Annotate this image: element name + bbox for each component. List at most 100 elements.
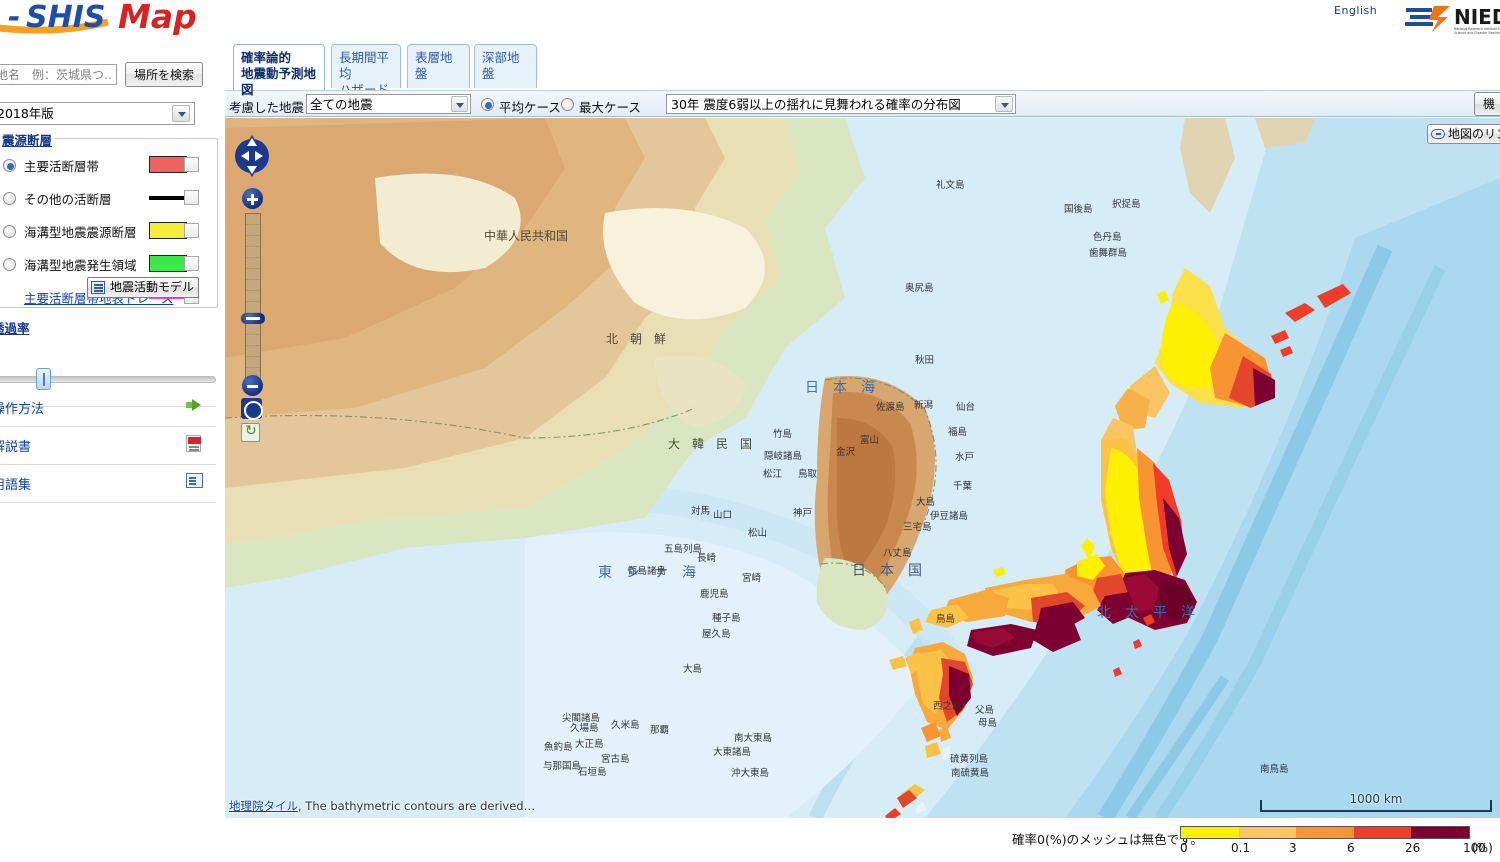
city-label-21: 神戸 (793, 507, 812, 519)
english-language-link[interactable]: English (1334, 4, 1377, 17)
city-label-23: 伊豆諸島 (930, 510, 968, 522)
pan-arrows-icon[interactable] (232, 130, 272, 182)
city-label-11: 竹島 (773, 428, 792, 440)
zoom-slider-handle[interactable] (241, 313, 265, 324)
city-label-28: 長崎 (697, 552, 717, 564)
search-button[interactable]: 場所を検索 (125, 62, 203, 87)
city-label-48: 西之島 (933, 700, 962, 712)
link-row-glossary[interactable]: 用語集 (0, 464, 225, 504)
map-type-select[interactable]: 30年 震度6弱以上の揺れに見舞われる確率の分布図 (666, 94, 1016, 114)
fault-radio-2[interactable] (3, 225, 16, 238)
fault-swatch-0 (149, 156, 187, 173)
tab-long-term-average-hazard[interactable]: 長期間平均 ハザード (331, 44, 401, 97)
transparency-slider-handle[interactable] (36, 368, 51, 390)
radio-max-case[interactable] (561, 98, 574, 111)
city-label-8: 佐渡島 (876, 401, 905, 413)
tab-2-line1: 表層地盤 (415, 50, 453, 81)
city-label-1: 国後島 (1064, 203, 1093, 215)
city-label-0: 礼文島 (936, 179, 965, 191)
transparency-slider-track[interactable] (0, 376, 216, 383)
zoom-in-icon[interactable] (242, 188, 263, 209)
search-row: 場所を検索 (0, 62, 220, 88)
seismic-activity-model-button[interactable]: 地震活動モデル (87, 277, 199, 298)
svg-text:Map: Map (118, 0, 197, 36)
city-label-51: 硫黄列島 (950, 753, 988, 765)
city-label-4: 歯舞群島 (1089, 247, 1127, 259)
tab-0-line1: 確率論的 (241, 50, 292, 65)
map-navigation-widget[interactable] (232, 130, 272, 450)
radio-average-case[interactable] (481, 98, 494, 111)
tab-probabilistic-hazard-map[interactable]: 確率論的 地震動予測地図 (233, 44, 325, 97)
fault-label-2: 海溝型地震震源断層 (24, 225, 137, 240)
country-label-2: 大 韓 民 国 (668, 437, 752, 451)
legend-segment-4 (1411, 827, 1469, 838)
sea-label-3: 北 太 平 洋 (1097, 605, 1195, 621)
radio-average-case-label[interactable]: 平均ケース (499, 97, 561, 116)
map-link-label: 地図のリンク (1448, 127, 1500, 141)
city-label-26: 八丈島 (883, 547, 912, 559)
nied-logo-svg: NIED National Research Institute for Ear… (1405, 5, 1500, 35)
city-label-44: 石垣島 (578, 766, 607, 778)
gsi-tile-link[interactable]: 地理院タイル (229, 799, 298, 813)
city-label-5: 奥尻島 (905, 282, 934, 294)
map-attribution: 地理院タイル, The bathymetric contours are der… (229, 798, 535, 814)
fault-radio-1[interactable] (3, 192, 16, 205)
city-label-35: 大島 (683, 663, 702, 675)
city-label-46: 沖大東島 (731, 767, 769, 779)
legend-tick-3: 6 (1347, 841, 1355, 855)
map-link-button[interactable]: 地図のリンク (1427, 124, 1500, 144)
fault-row-2[interactable]: 海溝型地震震源断層 (0, 217, 219, 250)
fault-swatch-2 (149, 222, 187, 239)
svg-text:Science and Disaster Resilienc: Science and Disaster Resilience (1454, 31, 1500, 35)
tab-deep-ground[interactable]: 深部地盤 (474, 44, 537, 88)
city-label-29: 甑島諸島 (628, 565, 666, 577)
map-toolbar: 考慮した地震 全ての地震 平均ケース 最大ケース 30年 震度6弱以上の揺れに見… (225, 90, 1500, 117)
refresh-icon[interactable] (241, 422, 260, 442)
considered-quake-select[interactable]: 全ての地震 (306, 94, 471, 114)
city-label-45: 南大東島 (734, 732, 772, 744)
fault-radio-3[interactable] (3, 258, 16, 271)
city-label-38: 久米島 (611, 719, 640, 731)
jshis-map-logo: J - SHIS Map (0, 0, 240, 40)
link-row-operation[interactable]: 操作方法 (0, 388, 225, 428)
hazard-map-canvas[interactable]: 日 本 海東 シ ナ 海日 本 国北 太 平 洋中華人民共和国北 朝 鮮大 韓 … (225, 118, 1500, 818)
globe-icon[interactable] (241, 398, 263, 420)
manual-link[interactable]: 解説書 (0, 436, 31, 455)
divider-4 (0, 502, 216, 503)
tab-surface-ground[interactable]: 表層地盤 (407, 44, 470, 88)
glossary-link[interactable]: 用語集 (0, 474, 31, 493)
city-label-6: 秋田 (915, 354, 934, 366)
city-label-2: 択捉島 (1112, 198, 1141, 210)
operation-method-link[interactable]: 操作方法 (0, 398, 44, 417)
zoom-slider-track[interactable] (245, 213, 261, 388)
search-input[interactable] (0, 64, 117, 85)
city-label-15: 隠岐諸島 (764, 450, 802, 462)
svg-text:SHIS: SHIS (26, 0, 105, 35)
city-label-34: 鳥島 (936, 613, 955, 625)
fault-label-0: 主要活断層帯 (24, 159, 100, 174)
fault-checkbox-1[interactable] (184, 190, 199, 205)
city-label-24: 松山 (748, 527, 767, 539)
zoom-out-icon[interactable] (242, 375, 263, 396)
radio-max-case-label[interactable]: 最大ケース (579, 97, 641, 116)
nied-logo[interactable]: NIED National Research Institute for Ear… (1404, 2, 1500, 36)
fault-row-0[interactable]: 主要活断層帯 (0, 151, 219, 184)
hazard-legend: 確率0(%)のメッシュは無色です。 (%) 0 0.1 3 6 26 100 (1000, 820, 1500, 862)
scale-bar (1260, 800, 1492, 812)
fault-checkbox-2[interactable] (184, 223, 199, 238)
toolbar-extra-button[interactable]: 機 (1474, 92, 1500, 116)
fault-group-title: 震源断層 (0, 130, 56, 149)
fault-checkbox-0[interactable] (184, 157, 199, 172)
tab-bar: 確率論的 地震動予測地図 長期間平均 ハザード 表層地盤 深部地盤 (225, 38, 1500, 97)
fault-label-3: 海溝型地震発生領域 (24, 258, 137, 273)
fault-radio-0[interactable] (3, 159, 16, 172)
fault-checkbox-3[interactable] (184, 256, 199, 271)
version-select[interactable]: 2018年版 (0, 102, 195, 125)
city-label-20: 山口 (713, 510, 732, 521)
city-label-25: 三宅島 (903, 521, 932, 533)
fault-swatch-1 (149, 196, 187, 200)
fault-row-1[interactable]: その他の活断層 (0, 184, 219, 217)
city-label-16: 松江 (763, 468, 783, 480)
link-row-manual[interactable]: 解説書 (0, 426, 225, 466)
city-label-37: 久場島 (570, 722, 599, 734)
